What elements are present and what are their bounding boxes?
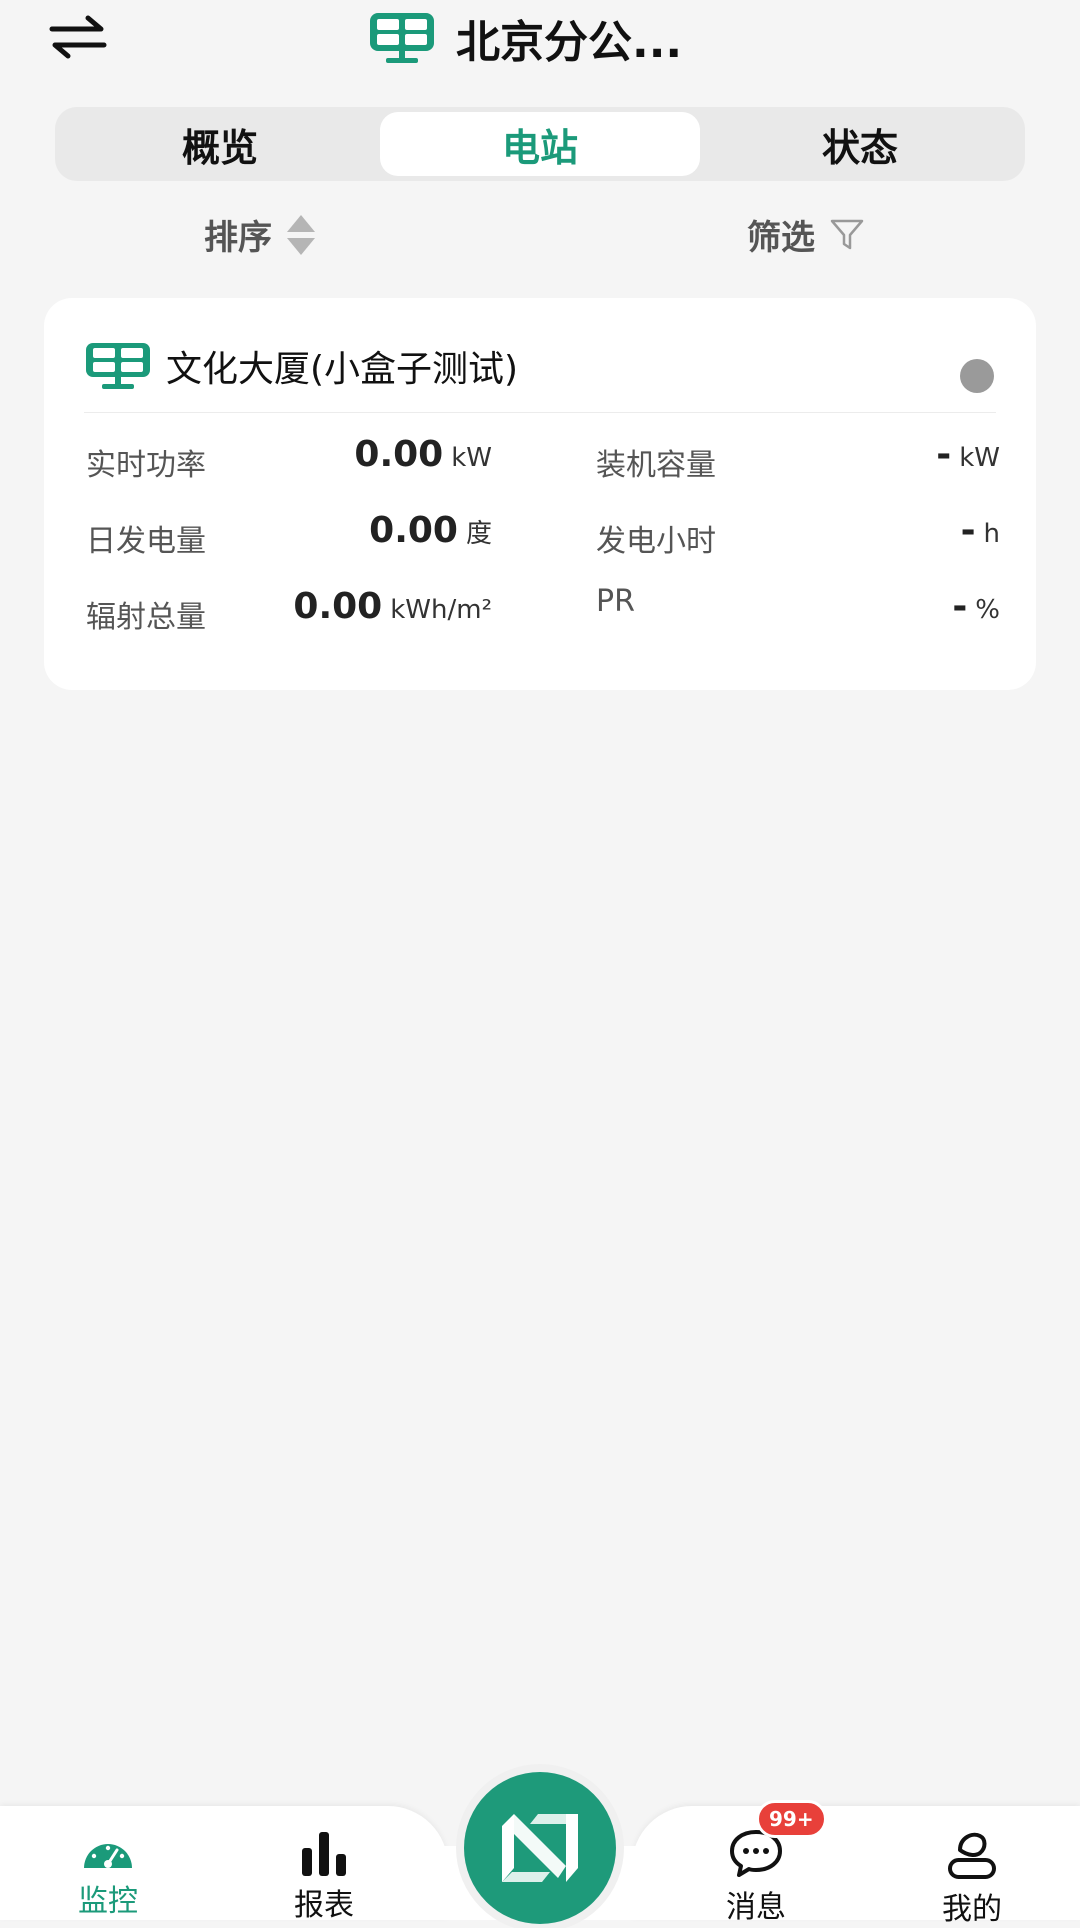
app-logo-icon — [502, 1814, 578, 1882]
tab-stations[interactable]: 电站 — [380, 112, 700, 176]
swap-button[interactable] — [48, 14, 108, 60]
tab-overview[interactable]: 概览 — [60, 112, 380, 176]
header: 北京分公... — [0, 0, 1080, 90]
station-metrics: 实时功率 0.00 kW 装机容量 - kW 日发电量 0.00 度 发电小时 -h … — [86, 430, 1000, 658]
station-card-header: 文化大厦(小盒子测试) — [84, 320, 996, 413]
nav-message[interactable]: 99+ 消息 — [686, 1800, 827, 1925]
total-radiation-value: 0.00 kWh/m² — [293, 586, 492, 627]
daily-generation-label: 日发电量 — [86, 524, 206, 559]
solar-panel-icon — [86, 343, 150, 389]
nav-monitor[interactable]: 监控 — [38, 1806, 178, 1920]
metric-row: 日发电量 0.00 度 发电小时 -h — [86, 506, 1000, 582]
daily-generation-value: 0.00 度 — [369, 510, 492, 551]
sort-button[interactable]: 排序 — [204, 210, 316, 259]
user-profile-icon — [948, 1832, 996, 1879]
nav-report[interactable]: 报表 — [254, 1806, 394, 1923]
station-card[interactable]: 文化大厦(小盒子测试) 实时功率 0.00 kW 装机容量 - kW 日发电量 0.… — [44, 298, 1036, 690]
tab-bar: 概览 电站 状态 — [55, 107, 1025, 181]
swap-arrows-icon — [49, 15, 107, 59]
station-name: 文化大厦(小盒子测试) — [166, 349, 519, 390]
pr-value: -% — [952, 586, 1000, 627]
page-title: 北京分公... — [456, 17, 683, 68]
filter-funnel-icon — [830, 219, 864, 249]
installed-capacity-value: - kW — [936, 434, 1000, 475]
sort-filter-row: 排序 筛选 — [0, 210, 1080, 270]
metric-row: 实时功率 0.00 kW 装机容量 - kW — [86, 430, 1000, 506]
realtime-power-label: 实时功率 — [86, 448, 206, 483]
pr-label: PR — [596, 584, 635, 619]
message-badge: 99+ — [756, 1800, 827, 1838]
total-radiation-label: 辐射总量 — [86, 600, 206, 635]
generation-hours-value: -h — [960, 510, 1000, 551]
realtime-power-value: 0.00 kW — [354, 434, 492, 475]
solar-panel-icon — [370, 13, 434, 63]
sort-arrows-icon — [287, 214, 315, 255]
metric-row: 辐射总量 0.00 kWh/m² PR -% — [86, 582, 1000, 658]
dashboard-gauge-icon — [84, 1844, 132, 1868]
tab-status[interactable]: 状态 — [700, 112, 1020, 176]
nav-monitor-label: 监控 — [78, 1884, 138, 1919]
filter-label: 筛选 — [747, 218, 815, 258]
nav-message-label: 消息 — [726, 1890, 786, 1925]
center-logo-button[interactable] — [464, 1772, 616, 1924]
nav-mine-label: 我的 — [942, 1892, 1002, 1927]
nav-report-label: 报表 — [294, 1888, 354, 1923]
sort-label: 排序 — [204, 218, 272, 258]
nav-mine[interactable]: 我的 — [902, 1806, 1042, 1927]
generation-hours-label: 发电小时 — [596, 524, 716, 559]
bar-chart-icon — [302, 1832, 346, 1876]
installed-capacity-label: 装机容量 — [596, 448, 716, 483]
station-selector[interactable]: 北京分公... — [368, 8, 682, 68]
filter-button[interactable]: 筛选 — [747, 210, 865, 259]
status-dot — [960, 359, 994, 393]
